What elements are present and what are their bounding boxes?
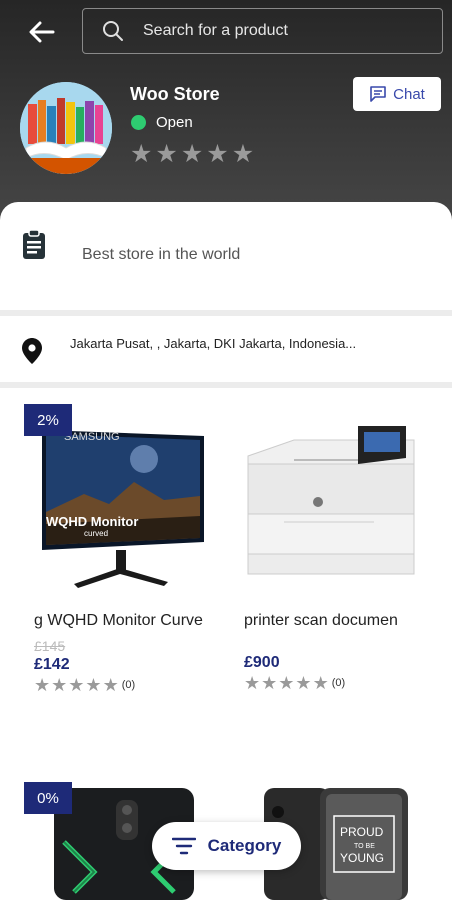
star-icon: ★	[34, 675, 51, 695]
chat-label: Chat	[393, 85, 425, 103]
books-logo-image	[20, 82, 112, 174]
store-header: Woo Store Open ★ ★ ★ ★ ★ Chat	[0, 0, 452, 230]
rating-count: (0)	[331, 677, 346, 689]
star-icon: ★	[102, 675, 119, 695]
product-title: printer scan documen	[244, 612, 398, 629]
star-icon: ★	[312, 673, 329, 693]
store-address-row: Jakarta Pusat, , Jakarta, DKI Jakarta, I…	[0, 316, 452, 382]
store-rating: ★ ★ ★ ★ ★	[130, 142, 257, 167]
filter-icon	[171, 837, 196, 855]
arrow-left-icon	[29, 21, 55, 43]
rating-count: (0)	[121, 679, 136, 691]
star-icon: ★	[244, 673, 261, 693]
svg-text:TO BE: TO BE	[354, 843, 375, 850]
monitor-screen-subtext: curved	[84, 529, 108, 538]
store-description-row: Best store in the world	[0, 202, 452, 310]
chat-icon	[370, 86, 386, 102]
star-icon: ★	[68, 675, 85, 695]
search-icon	[103, 21, 123, 41]
search-bar[interactable]	[82, 8, 443, 54]
star-icon: ★	[85, 675, 102, 695]
search-input[interactable]	[143, 22, 403, 40]
star-icon: ★	[51, 675, 68, 695]
notes-icon	[23, 230, 45, 259]
online-status-dot	[131, 115, 146, 130]
discount-badge: 0%	[24, 782, 72, 814]
store-name: Woo Store	[130, 84, 220, 104]
product-old-price: £145	[34, 638, 66, 654]
star-icon: ★	[295, 673, 312, 693]
discount-badge: 2%	[24, 404, 72, 436]
star-icon: ★	[261, 673, 278, 693]
category-button[interactable]: Category	[152, 822, 301, 870]
store-description: Best store in the world	[82, 246, 241, 263]
star-icon: ★	[180, 140, 204, 168]
location-pin-icon	[22, 338, 42, 364]
monitor-brand: SAMSUNG	[64, 431, 120, 443]
store-status: Open	[131, 114, 193, 131]
svg-text:YOUNG: YOUNG	[340, 851, 384, 865]
store-address: Jakarta Pusat, , Jakarta, DKI Jakarta, I…	[70, 336, 357, 351]
status-text: Open	[156, 114, 193, 131]
star-icon: ★	[278, 673, 295, 693]
star-icon: ★	[206, 140, 229, 168]
star-icon: ★	[130, 140, 153, 168]
store-logo	[20, 82, 112, 174]
chat-button[interactable]: Chat	[353, 77, 441, 111]
divider	[0, 382, 452, 388]
category-label: Category	[207, 836, 282, 855]
back-button[interactable]	[22, 14, 62, 50]
star-icon: ★	[231, 140, 255, 168]
product-image-printer	[234, 404, 434, 604]
monitor-screen-text: WQHD Monitor	[46, 514, 138, 529]
svg-text:PROUD: PROUD	[340, 825, 384, 839]
product-rating: ★ ★ ★ ★ ★ (0)	[34, 676, 135, 694]
product-title: g WQHD Monitor Curve	[34, 612, 203, 629]
star-icon: ★	[155, 140, 178, 168]
product-rating: ★ ★ ★ ★ ★ (0)	[244, 674, 345, 692]
product-price: £900	[244, 654, 280, 671]
printer-image	[234, 404, 434, 604]
product-price: £142	[34, 656, 70, 673]
